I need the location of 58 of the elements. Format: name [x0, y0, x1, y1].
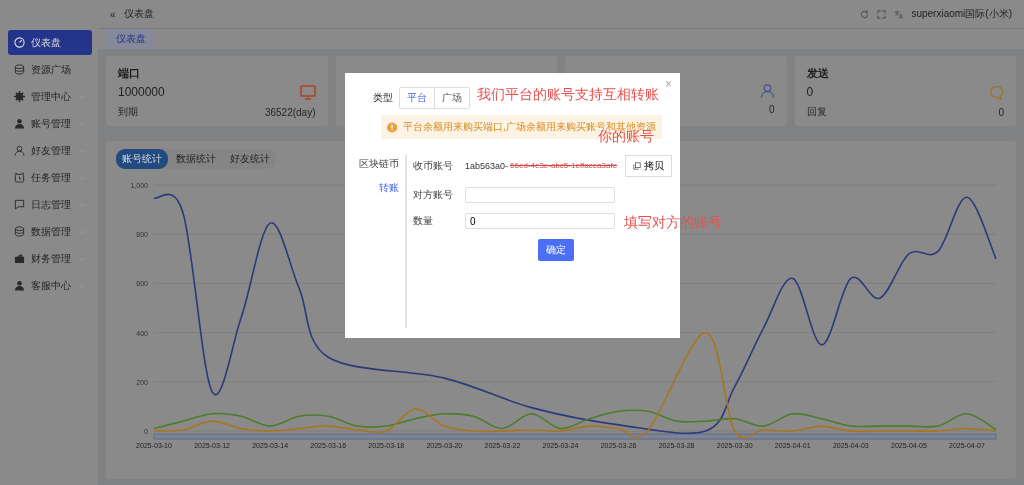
chart-tab[interactable]: 数据统计 — [170, 149, 222, 169]
field-label: 类型 — [373, 91, 393, 105]
type-option[interactable]: 广场 — [434, 88, 469, 108]
sidebar-item[interactable]: 财务管理 — [8, 246, 92, 271]
sidebar-item[interactable]: 好友管理 — [8, 138, 92, 163]
sidebar-item[interactable]: 账号管理 — [8, 111, 92, 136]
gear-icon — [14, 91, 25, 102]
input-field[interactable] — [465, 187, 615, 203]
chart-tab[interactable]: 好友统计 — [224, 149, 276, 169]
sidebar-item[interactable]: 资源广场 — [8, 57, 92, 82]
sidebar-item[interactable]: 日志管理 — [8, 192, 92, 217]
sidebar-item[interactable]: 数据管理 — [8, 219, 92, 244]
wallet-icon — [14, 253, 25, 264]
database-icon — [14, 64, 25, 75]
card-title: 端口 — [118, 67, 140, 79]
collapse-button[interactable]: « — [110, 8, 116, 20]
field-label: 数量 — [413, 214, 434, 228]
refresh-icon[interactable] — [860, 9, 870, 19]
sidebar-item[interactable]: 仪表盘 — [8, 30, 92, 55]
card-label: 回复 — [806, 105, 827, 119]
card-value: 0 — [806, 85, 814, 99]
zoom-slider[interactable] — [153, 433, 997, 440]
card-label: 到期 — [118, 105, 138, 119]
card-title: 发送 — [806, 67, 829, 79]
copy-button[interactable]: 拷贝 — [625, 155, 673, 177]
copy-icon — [633, 162, 642, 170]
chart-tab[interactable]: 账号统计 — [116, 149, 168, 169]
person-icon — [14, 118, 25, 129]
dashboard-icon — [14, 37, 25, 48]
account-id: 1ab563a0- — [465, 161, 509, 171]
breadcrumb: 仪表盘 — [123, 7, 154, 21]
card-value: 1000000 — [118, 85, 165, 99]
alarm-icon — [14, 172, 25, 183]
sidebar-item[interactable]: 任务管理 — [8, 165, 92, 190]
annotation-text: 我们平台的账号支持互相转账 — [477, 86, 659, 104]
warning-icon — [387, 121, 398, 133]
field-label: 收币账号 — [413, 159, 454, 173]
side-tab[interactable]: 转账 — [379, 181, 399, 195]
sidebar-item[interactable]: 管理中心 — [8, 84, 92, 109]
field-label: 对方账号 — [413, 188, 454, 202]
sidebar-item[interactable]: 客服中心 — [8, 273, 92, 298]
chat-icon — [14, 199, 25, 210]
user-menu[interactable]: superxiaomi国际(小米) — [911, 7, 1012, 21]
input-field[interactable]: 0 — [465, 213, 615, 229]
redacted-account-id: 66ed-4e3e-abc5-1effacea3afe — [510, 161, 618, 171]
person-icon — [14, 145, 25, 156]
annotation-text: 填写对方的账号 — [624, 214, 722, 232]
fullscreen-icon[interactable] — [877, 9, 887, 19]
card-value: 36522(day) — [264, 106, 316, 118]
database-icon — [14, 226, 25, 237]
confirm-button[interactable]: 确定 — [538, 239, 574, 261]
card-value: 0 — [998, 106, 1004, 118]
person-icon — [14, 280, 25, 291]
page-tab[interactable]: 仪表盘 — [106, 29, 156, 49]
card-value: 0 — [768, 104, 775, 116]
side-tab[interactable]: 区块链币 — [359, 157, 399, 171]
close-button[interactable]: × — [665, 77, 672, 91]
translate-icon[interactable] — [894, 9, 904, 19]
